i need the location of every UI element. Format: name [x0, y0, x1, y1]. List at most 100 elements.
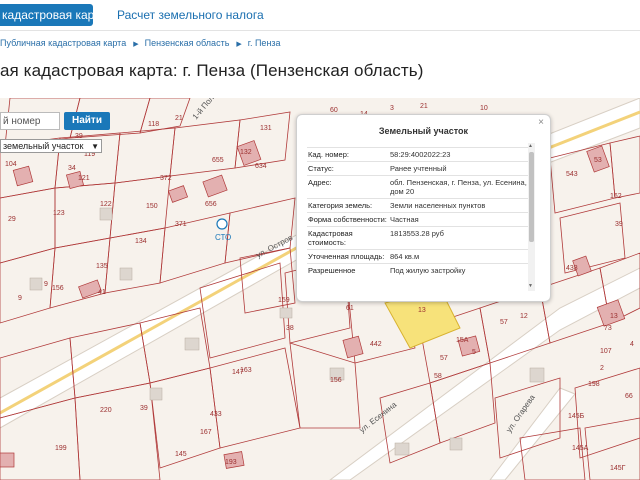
plot-number: 145Г [610, 465, 626, 472]
popup-table: Кад. номер: 58:29:4002022:23 Статус: Ранее… [307, 147, 528, 277]
tab-cadastral-map[interactable]: кадастровая карта [0, 4, 93, 26]
plot-number: 156 [330, 377, 342, 384]
plot-number: 159 [278, 297, 290, 304]
plot-number: 107 [600, 348, 612, 355]
breadcrumb-item-region[interactable]: Пензенская область [145, 38, 230, 48]
plot-number: 3 [390, 105, 394, 112]
popup-row: Кад. номер: 58:29:4002022:23 [307, 147, 528, 161]
row-key: Статус: [308, 164, 334, 173]
popup-row: Адрес: обл. Пензенская, г. Пенза, ул. Есе… [307, 175, 528, 198]
cto-marker-icon[interactable] [216, 218, 228, 230]
row-key: Форма собственности: [308, 215, 387, 224]
plot-number: 145Б [568, 413, 585, 420]
plot-number: 167 [200, 429, 212, 436]
plot-number: 145 [175, 451, 187, 458]
plot-number: 372 [160, 175, 172, 182]
popup-row: Форма собственности: Частная [307, 212, 528, 226]
plot-number: 145А [572, 445, 589, 452]
scroll-down-icon[interactable]: ▼ [528, 283, 533, 289]
chevron-down-icon: ▼ [91, 142, 99, 151]
popup-row: Категория земель: Земли населенных пункто… [307, 198, 528, 212]
plot-number: 58 [434, 373, 442, 380]
row-value: 864 кв.м [390, 252, 420, 261]
popup-row: Разрешенное Под жилую застройку [307, 263, 528, 277]
plot-number: 29 [8, 216, 16, 223]
tab-land-tax[interactable]: Расчет земельного налога [117, 8, 264, 22]
row-value: Ранее учтенный [390, 164, 447, 173]
plot-number: 60 [330, 107, 338, 114]
plot-number: 655 [212, 157, 224, 164]
breadcrumb: Публичная кадастровая карта ▶ Пензенская о… [0, 38, 281, 48]
plot-number: 118 [148, 121, 159, 128]
plot-number: 104 [5, 161, 17, 168]
popup-scrollbar-thumb[interactable] [529, 152, 534, 242]
row-key: Категория земель: [308, 201, 373, 210]
plot-number: 123 [53, 210, 65, 217]
chevron-right-icon: ▶ [133, 41, 139, 48]
street-label-esenina: ул. Есенина [358, 400, 399, 435]
object-type-selected: земельный участок [3, 141, 84, 151]
breadcrumb-item-city[interactable]: г. Пенза [248, 38, 281, 48]
plot-number: 134 [135, 238, 147, 245]
cto-label: СТО [215, 233, 231, 242]
chevron-right-icon: ▶ [236, 41, 242, 48]
popup-row: Кадастровая стоимость: 1813553.28 руб [307, 226, 528, 249]
row-key: Адрес: [308, 178, 332, 187]
plot-number: 34 [68, 165, 76, 172]
row-value: Земли населенных пунктов [390, 201, 486, 210]
plot-number: 53 [594, 157, 602, 164]
page-title: ая кадастровая карта: г. Пенза (Пензенск… [0, 61, 424, 80]
popup-title: Земельный участок [378, 126, 469, 136]
row-key: Разрешенное [308, 266, 356, 275]
plot-number: 66 [625, 393, 633, 400]
plot-number: 156 [52, 285, 64, 292]
plot-number: 10 [480, 105, 488, 112]
land-plot-popup: × Земельный участок Кад. номер: 58:29:400… [296, 114, 551, 302]
plot-number: 122 [100, 201, 112, 208]
cadastral-number-input[interactable]: й номер [0, 112, 60, 130]
plot-number: 13 [418, 307, 426, 314]
plot-number: 132 [240, 149, 252, 156]
row-key: Кадастровая стоимость: [308, 229, 353, 247]
plot-number: 634 [255, 163, 267, 170]
plot-number: 73 [604, 325, 612, 332]
plot-number: 2 [600, 365, 604, 372]
plot-number: 5 [472, 349, 476, 356]
scroll-up-icon[interactable]: ▲ [528, 143, 533, 149]
plot-number: 135 [96, 263, 108, 270]
plot-number: 13 [610, 313, 618, 320]
plot-number: 9 [18, 295, 22, 302]
breadcrumb-item-map[interactable]: Публичная кадастровая карта [0, 38, 126, 48]
plot-number: 15А [456, 337, 469, 344]
plot-number: 442 [370, 341, 382, 348]
plot-number: 39 [615, 221, 623, 228]
plot-number: 162 [610, 193, 622, 200]
plot-number: 21 [420, 103, 428, 110]
object-type-select[interactable]: земельный участок ▼ [0, 139, 102, 153]
plot-number: 543 [566, 171, 578, 178]
plot-number: 433 [210, 411, 222, 418]
plot-number: 371 [175, 221, 187, 228]
row-value: Частная [390, 215, 419, 224]
plot-number: 4 [630, 341, 634, 348]
street-label-pol: 1-й Пол [191, 98, 216, 121]
plot-number: 163 [240, 367, 252, 374]
row-value: 1813553.28 руб [390, 229, 444, 238]
row-value: обл. Пензенская, г. Пенза, ул. Есенина, … [390, 178, 527, 196]
row-key: Кад. номер: [308, 150, 349, 159]
plot-number: 150 [146, 203, 158, 210]
plot-number: 438 [566, 265, 578, 272]
plot-number: 21 [175, 115, 183, 122]
divider [0, 30, 640, 31]
popup-row: Уточненная площадь: 864 кв.м [307, 249, 528, 263]
popup-row: Статус: Ранее учтенный [307, 161, 528, 175]
top-nav: кадастровая карта Расчет земельного нало… [0, 0, 640, 30]
row-value: 58:29:4002022:23 [390, 150, 451, 159]
search-button[interactable]: Найти [64, 112, 110, 130]
plot-number: 9 [44, 281, 48, 288]
plot-number: 57 [440, 355, 448, 362]
plot-number: 57 [500, 319, 508, 326]
plot-number: 220 [100, 407, 112, 414]
plot-number: 198 [588, 381, 600, 388]
plot-number: 193 [225, 459, 237, 466]
